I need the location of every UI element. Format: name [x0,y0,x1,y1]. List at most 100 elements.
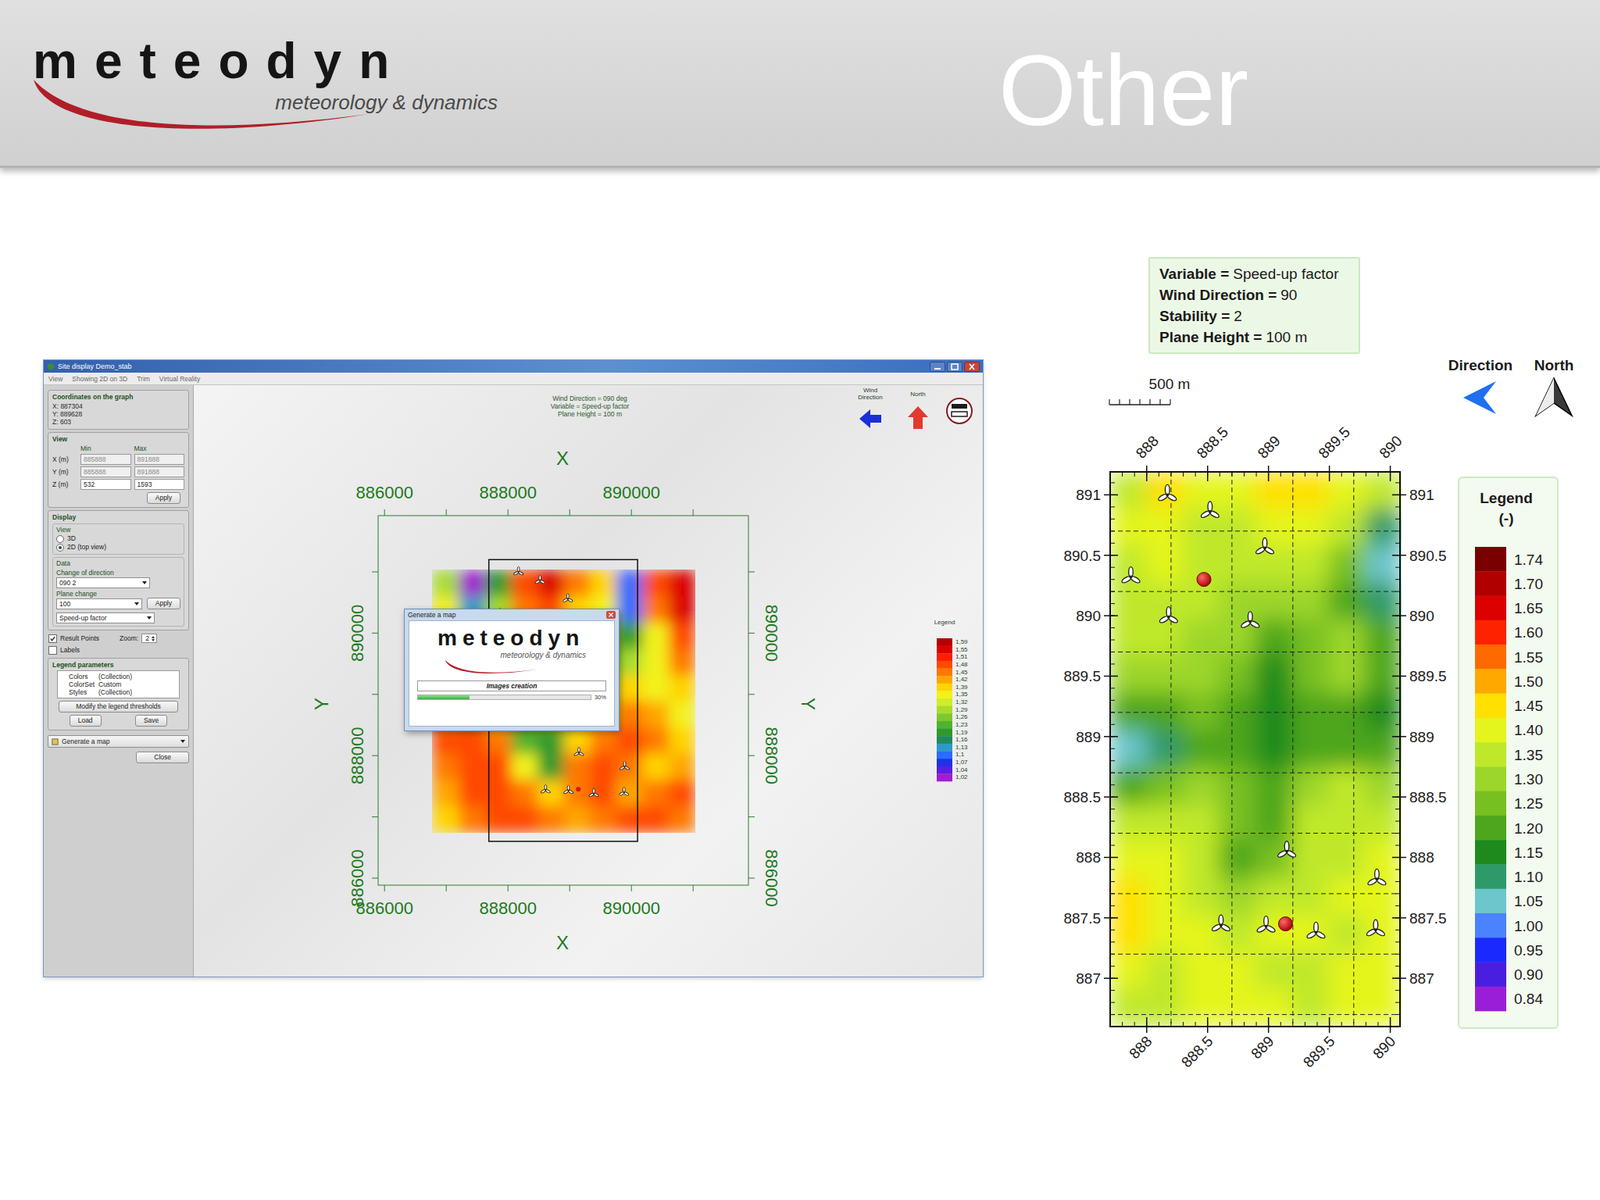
subgroup-title: View [56,525,181,534]
legend-swatch [1475,815,1507,841]
turbine-icon[interactable] [618,786,629,796]
turbine-icon[interactable] [573,746,584,756]
spin-down-icon[interactable] [151,639,155,642]
heatmap-cell [1328,582,1365,621]
legend-label: 1,55 [955,646,968,654]
plane-select[interactable]: 100 [56,598,143,610]
heatmap-cell [1110,619,1147,658]
group-title: View [52,435,185,443]
view-option[interactable]: 3D [56,534,181,543]
load-button[interactable]: Load [69,714,102,727]
min-field[interactable]: 532 [80,478,132,490]
tick-line [1110,953,1115,955]
heatmap-cell [432,727,460,754]
legend-entry: 1,55 [936,646,968,654]
legend-swatch [1475,571,1507,597]
site-map-panel: Variable =Speed-up factorWind Direction … [1042,257,1590,1079]
tick-line [1392,917,1407,919]
tick-line [1395,724,1400,725]
min-field[interactable]: 885888 [80,453,132,465]
save-button[interactable]: Save [135,714,168,727]
turbine-icon[interactable] [535,575,546,584]
row-label: Y (m) [52,467,78,476]
dropdown-label: Generate a map [61,737,178,746]
legend-entry: 1,16 [936,735,968,744]
min-field[interactable]: 885888 [80,466,132,478]
zoom-spinner[interactable]: 2 [141,633,158,643]
direction-select[interactable]: 090 2 [56,577,150,589]
legend-entry: 1.45 [1475,693,1543,719]
measurement-point[interactable] [575,786,581,792]
dropdown-arrow-icon [142,581,147,585]
turbine-icon[interactable] [1276,841,1297,859]
legend-entry: 1,19 [936,728,968,737]
menu-item[interactable]: Virtual Reality [159,375,200,383]
max-field[interactable]: 1593 [134,478,186,490]
turbine-icon[interactable] [1306,921,1326,940]
legend-swatch [1475,986,1507,1012]
radio-button[interactable] [56,535,65,543]
legend-swatch [936,653,953,661]
maximize-icon[interactable] [946,361,963,372]
close-icon[interactable] [964,361,980,372]
turbine-icon[interactable] [1256,916,1276,934]
turbine-icon[interactable] [1158,607,1179,625]
property-row[interactable]: Colors(Collection) [60,672,176,681]
heatmap-cell [668,727,696,754]
tick-line [1395,989,1400,991]
turbine-icon[interactable] [1121,567,1141,585]
heatmap-cell [668,753,696,781]
generate-map-dropdown[interactable]: Generate a map [47,735,190,748]
measurement-point[interactable] [1278,917,1293,932]
turbine-icon[interactable] [588,788,599,797]
view-option[interactable]: 2D (top view) [56,542,181,552]
legend-entry: 1.25 [1475,791,1543,817]
property-row[interactable]: Styles(Collection) [60,688,176,697]
max-field[interactable]: 891888 [134,453,186,465]
turbine-icon[interactable] [562,593,573,603]
menu-item[interactable]: View [48,375,63,383]
measurement-point[interactable] [1196,572,1211,587]
tick-line [1353,471,1354,477]
minimize-icon[interactable] [929,361,946,372]
legend-label: 1.60 [1514,624,1543,641]
apply-button[interactable]: Apply [146,492,181,504]
menu-item[interactable]: Trim [136,375,150,383]
spin-up-icon[interactable] [151,635,155,639]
turbine-icon[interactable] [619,761,630,771]
close-button[interactable]: Close [135,751,190,764]
max-field[interactable]: 891888 [134,466,186,478]
turbine-icon[interactable] [1200,501,1220,519]
display-group: DisplayView3D2D (top view)DataChange of … [47,510,190,631]
view-group: ViewMinMaxX (m)885888891888Y (m)88588889… [47,432,190,508]
turbine-icon[interactable] [1157,484,1178,502]
close-icon[interactable] [606,610,616,619]
radio-button[interactable] [56,543,65,552]
turbine-icon[interactable] [1254,537,1275,555]
turbine-icon[interactable] [1367,868,1387,886]
turbine-icon[interactable] [1210,914,1231,933]
legend-label: 1,13 [955,743,968,751]
property-row[interactable]: ColorSetCustom [60,680,176,689]
variable-select[interactable]: Speed-up factor [56,612,155,624]
map-icon [51,738,59,746]
legend-parameters-group: Legend parametersColors(Collection)Color… [47,657,190,731]
checkbox[interactable] [48,646,58,655]
menu-item[interactable]: Showing 2D on 3D [71,375,128,383]
apply-button[interactable]: Apply [146,597,181,610]
turbine-icon[interactable] [1240,611,1261,629]
checkbox[interactable] [48,634,58,643]
spin-buttons[interactable] [151,635,155,642]
heatmap-cell [1364,840,1402,879]
legend-swatch [1475,742,1507,768]
turbine-icon[interactable] [1365,919,1386,937]
tick-line [1395,567,1400,568]
turbine-icon[interactable] [563,785,574,794]
scale-tick [1139,399,1140,405]
x-tick-label: 888 [1132,432,1162,462]
modify-thresholds-button[interactable]: Modify the legend thresholds [58,700,179,713]
tick-line [1395,772,1400,774]
turbine-icon[interactable] [540,784,551,793]
x-tick-label: 890000 [602,898,660,918]
turbine-icon[interactable] [513,566,524,575]
